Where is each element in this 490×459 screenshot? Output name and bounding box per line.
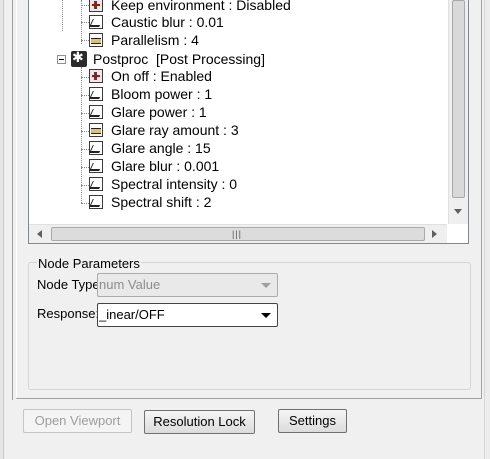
curve-icon xyxy=(89,195,103,209)
tree-item-label: Glare blur : 0.001 xyxy=(111,158,220,174)
window-right-edge xyxy=(484,0,490,459)
response-value: _inear/OFF xyxy=(99,307,165,322)
tree-item-label: On off : Enabled xyxy=(111,68,212,84)
scroll-right-arrow-icon[interactable] xyxy=(432,230,437,238)
bar-icon xyxy=(89,123,103,137)
chevron-down-icon xyxy=(261,283,271,288)
scrollbar-thumb[interactable]: ||| xyxy=(51,227,425,241)
collapse-toggle-icon[interactable] xyxy=(57,55,66,64)
tree-item-label: Spectral intensity : 0 xyxy=(111,176,238,192)
tree-item[interactable]: Glare angle : 15 xyxy=(89,139,349,157)
scrollbar-thumb[interactable] xyxy=(452,0,465,198)
tree-item[interactable]: Bloom power : 1 xyxy=(89,85,349,103)
tree-item[interactable]: Caustic blur : 0.01 xyxy=(89,13,349,31)
tree-item-label: Glare angle : 15 xyxy=(111,140,211,156)
chevron-down-icon xyxy=(261,313,271,318)
node-type-label: Node Type: xyxy=(37,277,104,292)
tree-line xyxy=(81,67,82,203)
bar-icon xyxy=(89,33,103,47)
scroll-left-arrow-icon[interactable] xyxy=(37,230,42,238)
curve-icon xyxy=(89,141,103,155)
grip-icon: ||| xyxy=(232,229,243,239)
curve-icon xyxy=(89,105,103,119)
tree-item[interactable]: Spectral intensity : 0 xyxy=(89,175,349,193)
node-tree-view[interactable]: Keep environment : Disabled Caustic blur… xyxy=(28,0,469,244)
tree-item-label: Parallelism : 4 xyxy=(111,32,199,48)
tree-item[interactable]: On off : Enabled xyxy=(89,67,349,85)
scroll-down-arrow-icon[interactable] xyxy=(454,209,462,214)
tree-item-label: Keep environment : Disabled xyxy=(111,0,291,13)
gear-icon xyxy=(71,49,87,67)
horizontal-scrollbar[interactable]: ||| xyxy=(29,224,447,243)
curve-icon xyxy=(89,87,103,101)
tree-item[interactable]: Keep environment : Disabled xyxy=(89,0,349,14)
tree-line xyxy=(62,0,63,31)
tree-item[interactable]: Glare ray amount : 3 xyxy=(89,121,349,139)
tree-item[interactable]: Spectral shift : 2 xyxy=(89,193,349,211)
node-type-combobox[interactable]: num Value xyxy=(97,273,278,297)
vertical-scrollbar[interactable] xyxy=(448,0,468,224)
toggle-icon xyxy=(89,0,103,12)
response-combobox[interactable]: _inear/OFF xyxy=(97,303,278,327)
node-type-value: num Value xyxy=(99,277,161,292)
tree-group-postproc[interactable]: Postproc [Post Processing] xyxy=(93,50,333,68)
response-label: Response: xyxy=(37,306,100,321)
tree-item[interactable]: Glare power : 1 xyxy=(89,103,349,121)
tree-item-label: Bloom power : 1 xyxy=(111,86,213,102)
tree-group-label: Postproc [Post Processing] xyxy=(93,51,265,67)
node-parameters-title: Node Parameters xyxy=(37,256,141,271)
tree-item[interactable]: Glare blur : 0.001 xyxy=(89,157,349,175)
curve-icon xyxy=(89,159,103,173)
curve-icon xyxy=(89,15,103,29)
tree-item-label: Glare ray amount : 3 xyxy=(111,122,239,138)
tree-item-label: Glare power : 1 xyxy=(111,104,207,120)
tree-item[interactable]: Parallelism : 4 xyxy=(89,31,349,49)
curve-icon xyxy=(89,177,103,191)
open-viewport-button[interactable]: Open Viewport xyxy=(23,409,132,433)
settings-button[interactable]: Settings xyxy=(278,409,347,433)
splitter-line xyxy=(12,0,13,400)
resolution-lock-button[interactable]: Resolution Lock xyxy=(144,410,255,434)
window-left-edge xyxy=(0,0,4,459)
tree-item-label: Spectral shift : 2 xyxy=(111,194,212,210)
toggle-icon xyxy=(89,69,103,83)
tree-item-label: Caustic blur : 0.01 xyxy=(111,14,224,30)
